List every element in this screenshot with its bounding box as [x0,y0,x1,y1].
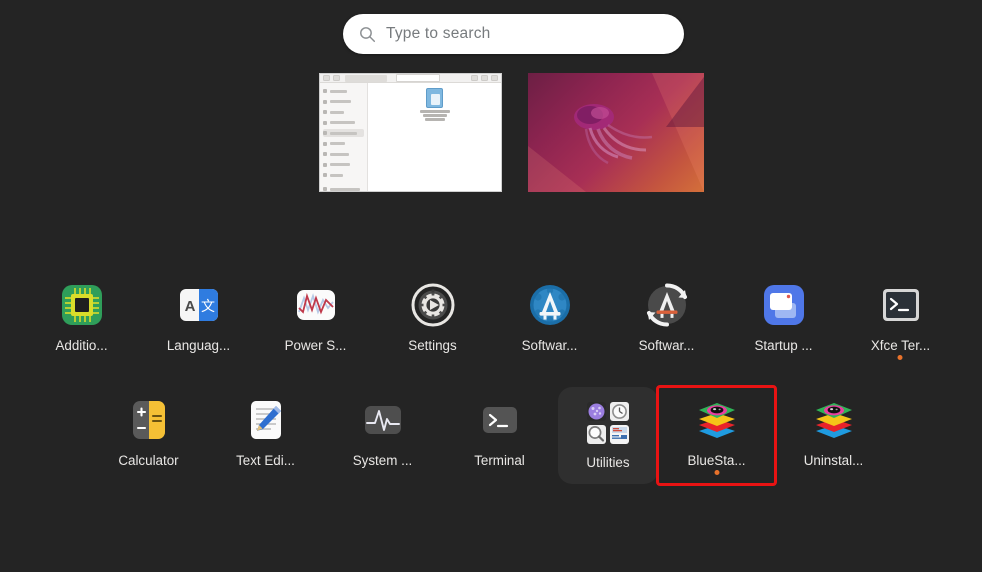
sidebar-row [323,185,364,191]
app-label: Startup ... [754,338,813,353]
gear-icon [410,282,456,328]
sidebar-row [323,140,364,148]
app-label: Xfce Ter... [870,338,931,353]
app-label: Softwar... [638,338,695,353]
thumbnail-file-area [368,83,501,191]
app-software-updater[interactable]: Softwar... [608,272,725,363]
app-xfce-terminal[interactable]: Xfce Ter... [842,272,959,363]
search-bar[interactable]: Type to search [343,14,684,54]
app-label: Uninstal... [803,453,864,468]
sidebar-row [323,98,364,106]
path-bar [345,74,387,82]
app-system-monitor[interactable]: System ... [324,387,441,484]
app-grid-row-2: Calculator Text Edi... System ... Termin… [0,385,982,486]
app-bluestacks[interactable]: BlueSta... [656,385,777,486]
maximize-icon [481,75,488,81]
software-updater-icon [644,282,690,328]
close-icon [491,75,498,81]
xfce-terminal-icon [878,282,924,328]
app-grid-row-1: Additio... A 文 Languag... Power S... Set… [0,272,982,363]
running-indicator-dot [714,470,719,475]
app-label: Terminal [474,453,525,468]
folder-label: Utilities [586,455,630,470]
folder-utilities-icon [586,401,630,445]
sidebar-row [323,171,364,179]
system-monitor-icon [360,397,406,443]
thumbnail-sidebar [320,83,368,191]
activities-overview: Type to search Additio... A 文 Languag...… [0,0,982,572]
startup-applications-icon [761,282,807,328]
folder-utilities[interactable]: Utilities [558,387,658,484]
calculator-icon [126,397,172,443]
app-bluestacks-uninstall[interactable]: Uninstal... [775,387,892,484]
thumbnail-titlebar [320,74,501,83]
sidebar-row [323,119,364,127]
location-entry [396,74,440,82]
app-label: BlueSta... [687,453,746,468]
app-label: System ... [352,453,413,468]
app-power-statistics[interactable]: Power S... [257,272,374,363]
sidebar-row [323,87,364,95]
app-calculator[interactable]: Calculator [90,387,207,484]
search-icon [359,26,376,43]
desktop-wallpaper-thumbnail[interactable] [528,73,704,192]
thumbnail-body [320,83,501,191]
minimize-icon [471,75,478,81]
app-settings[interactable]: Settings [374,272,491,363]
app-terminal[interactable]: Terminal [441,387,558,484]
application-grid: Additio... A 文 Languag... Power S... Set… [0,272,982,486]
chip-icon [59,282,105,328]
sidebar-row [323,108,364,116]
app-ubuntu-software[interactable]: Softwar... [491,272,608,363]
language-translate-icon: A 文 [176,282,222,328]
window-controls [471,75,498,81]
search-field[interactable]: Type to search [343,14,684,54]
sidebar-row [323,150,364,158]
nav-back-icon [323,75,330,81]
svg-text:A: A [184,298,195,315]
app-label: Languag... [166,338,231,353]
app-label: Text Edi... [236,453,295,468]
app-text-editor[interactable]: Text Edi... [207,387,324,484]
app-label: Power S... [284,338,347,353]
file-icon [426,88,443,108]
app-label: Softwar... [521,338,578,353]
app-label: Settings [408,338,457,353]
power-statistics-icon [293,282,339,328]
search-placeholder: Type to search [386,25,491,42]
app-label: Calculator [118,453,179,468]
bluestacks-uninstall-icon [811,397,857,443]
sidebar-row-selected [323,129,364,137]
running-indicator-dot [897,355,903,360]
svg-text:文: 文 [201,299,215,315]
app-additional-drivers[interactable]: Additio... [23,272,140,363]
terminal-icon [477,397,523,443]
window-thumbnail-strip [0,70,982,200]
text-editor-icon [243,397,289,443]
bluestacks-icon [694,397,740,443]
file-manager-window-thumbnail[interactable] [319,73,502,192]
app-language-support[interactable]: A 文 Languag... [140,272,257,363]
ubuntu-software-icon [527,282,573,328]
app-label: Additio... [55,338,108,353]
nav-forward-icon [333,75,340,81]
sidebar-row [323,161,364,169]
jellyfish-wallpaper-art [574,104,653,165]
app-startup-applications[interactable]: Startup ... [725,272,842,363]
